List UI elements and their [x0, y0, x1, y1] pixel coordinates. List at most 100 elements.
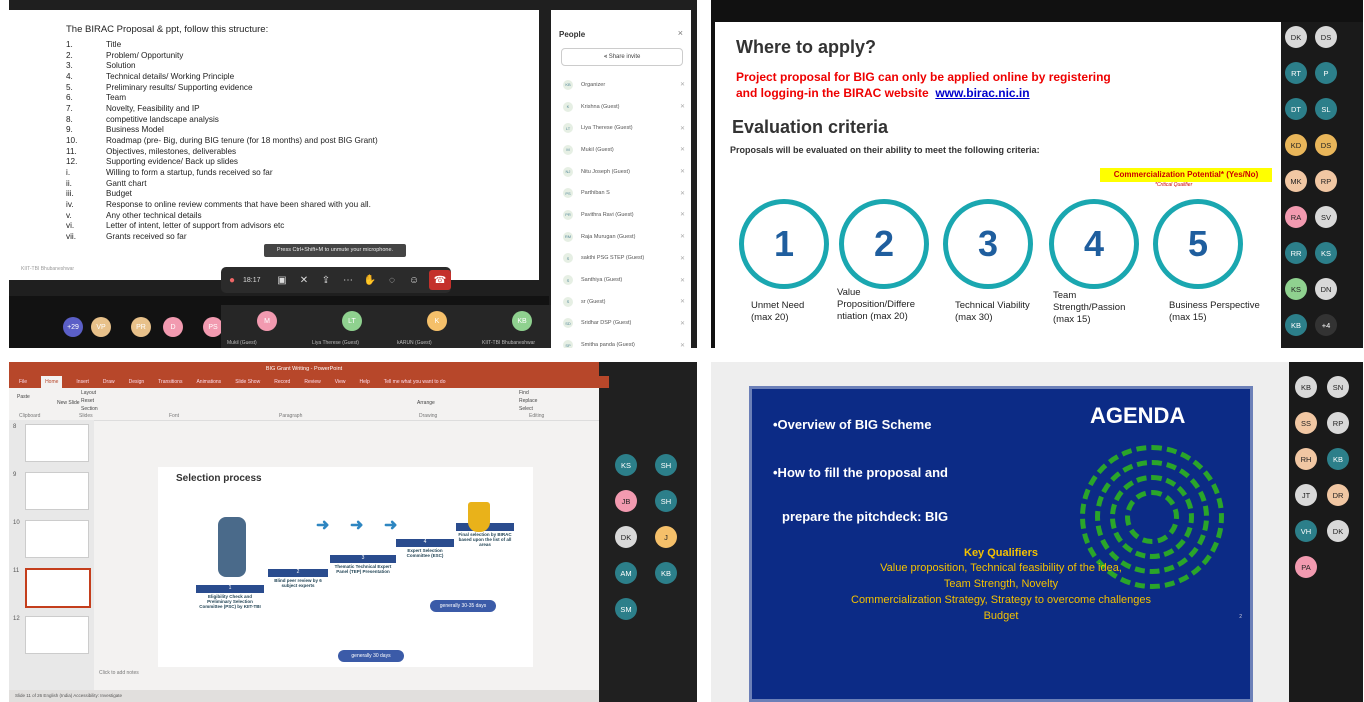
participant-avatar[interactable]: RT: [1285, 62, 1307, 84]
participant-avatar[interactable]: PS: [203, 317, 223, 337]
ribbon-tab-review[interactable]: Review: [304, 376, 320, 388]
participant-row[interactable]: SP Smitha panda (Guest) ✕: [563, 334, 685, 348]
participant-avatar[interactable]: +29: [63, 317, 83, 337]
notes-pane[interactable]: Click to add notes: [99, 670, 139, 676]
paste-button[interactable]: Paste: [17, 394, 30, 400]
participant-avatar[interactable]: DR: [1327, 484, 1349, 506]
layout-button[interactable]: Layout: [81, 390, 96, 396]
replace-button[interactable]: Replace: [519, 398, 537, 404]
participant-avatar[interactable]: SH: [655, 490, 677, 512]
reset-button[interactable]: Reset: [81, 398, 94, 404]
participant-row[interactable]: K Krishna (Guest) ✕: [563, 96, 685, 118]
participant-avatar[interactable]: SM: [615, 598, 637, 620]
ribbon-tab-tell-me-what-you-want-to-do[interactable]: Tell me what you want to do: [384, 376, 446, 388]
ribbon-tab-draw[interactable]: Draw: [103, 376, 115, 388]
ribbon-tab-design[interactable]: Design: [129, 376, 145, 388]
participant-row[interactable]: RM Raja Murugan (Guest) ✕: [563, 226, 685, 248]
slide-thumbnail[interactable]: [25, 568, 91, 608]
participants-icon[interactable]: ☺: [403, 269, 425, 291]
participant-avatar[interactable]: DK: [615, 526, 637, 548]
participant-avatar[interactable]: KB: [1295, 376, 1317, 398]
ribbon-tab-insert[interactable]: Insert: [76, 376, 89, 388]
participant-avatar[interactable]: VP: [91, 317, 111, 337]
participant-avatar[interactable]: KS: [615, 454, 637, 476]
slide-thumbnail-pane[interactable]: 8 9 10 11 12: [9, 420, 94, 702]
participant-avatar[interactable]: RR: [1285, 242, 1307, 264]
ribbon-tab-help[interactable]: Help: [359, 376, 369, 388]
participant-avatar[interactable]: SV: [1315, 206, 1337, 228]
slide-thumbnail[interactable]: [25, 424, 89, 462]
participant-row[interactable]: Ssr (Guest) ✕: [563, 291, 685, 313]
participant-avatar[interactable]: J: [655, 526, 677, 548]
participant-avatar[interactable]: KD: [1285, 134, 1307, 156]
new-slide-button[interactable]: New Slide: [57, 400, 80, 406]
participant-row[interactable]: M Mukil (Guest) ✕: [563, 139, 685, 161]
video-tile[interactable]: LT Liya Therese (Guest): [306, 305, 398, 348]
participant-row[interactable]: KB Organizer ✕: [563, 74, 685, 96]
ribbon-tab-file[interactable]: File: [19, 376, 27, 388]
hang-up-button[interactable]: ☎: [429, 270, 451, 290]
participant-row[interactable]: SD Sridhar DSP (Guest) ✕: [563, 313, 685, 335]
participant-avatar[interactable]: P: [1315, 62, 1337, 84]
participant-avatar[interactable]: RH: [1295, 448, 1317, 470]
close-icon[interactable]: ×: [678, 28, 683, 38]
section-button[interactable]: Section: [81, 406, 98, 412]
slide-thumbnail[interactable]: [25, 520, 89, 558]
participant-avatar[interactable]: D: [163, 317, 183, 337]
select-button[interactable]: Select: [519, 406, 533, 412]
participant-avatar[interactable]: MK: [1285, 170, 1307, 192]
slide-thumbnail[interactable]: [25, 616, 89, 654]
mic-muted-icon: ✕: [679, 169, 685, 176]
participant-row[interactable]: S Santhiya (Guest) ✕: [563, 269, 685, 291]
participant-avatar[interactable]: +4: [1315, 314, 1337, 336]
participant-avatar[interactable]: JT: [1295, 484, 1317, 506]
participant-avatar[interactable]: PA: [1295, 556, 1317, 578]
participant-avatar[interactable]: SS: [1295, 412, 1317, 434]
participant-avatar[interactable]: SL: [1315, 98, 1337, 120]
find-button[interactable]: Find: [519, 390, 529, 396]
participant-row[interactable]: PR Pavithra Ravi (Guest) ✕: [563, 204, 685, 226]
participant-avatar[interactable]: RP: [1315, 170, 1337, 192]
participant-row[interactable]: LT Liya Therese (Guest) ✕: [563, 117, 685, 139]
ribbon-tab-record[interactable]: Record: [274, 376, 290, 388]
ribbon-tab-view[interactable]: View: [335, 376, 346, 388]
ribbon-tab-animations[interactable]: Animations: [196, 376, 221, 388]
participant-avatar[interactable]: DS: [1315, 134, 1337, 156]
participant-row[interactable]: PS Parthiban S ✕: [563, 182, 685, 204]
participant-row[interactable]: Ssakthi PSG STEP (Guest) ✕: [563, 248, 685, 270]
participant-avatar[interactable]: RA: [1285, 206, 1307, 228]
participant-avatar[interactable]: DK: [1327, 520, 1349, 542]
participant-avatar[interactable]: RP: [1327, 412, 1349, 434]
participant-avatar[interactable]: KB: [1285, 314, 1307, 336]
participant-avatar[interactable]: KS: [1315, 242, 1337, 264]
mic-muted-icon[interactable]: ✕: [293, 269, 315, 291]
more-options-icon[interactable]: ⋯: [337, 269, 359, 291]
chat-icon[interactable]: ◌: [381, 269, 403, 291]
participant-avatar[interactable]: JB: [615, 490, 637, 512]
participant-row[interactable]: NJ Nitu Joseph (Guest) ✕: [563, 161, 685, 183]
share-invite-button[interactable]: ⪡ Share invite: [561, 48, 683, 66]
participant-avatar[interactable]: KS: [1285, 278, 1307, 300]
participant-avatar[interactable]: KB: [655, 562, 677, 584]
arrange-button[interactable]: Arrange: [417, 400, 435, 406]
participant-avatar[interactable]: DN: [1315, 278, 1337, 300]
birac-link[interactable]: www.birac.nic.in: [935, 86, 1029, 100]
ribbon-tab-transitions[interactable]: Transitions: [158, 376, 182, 388]
participant-avatar[interactable]: DS: [1315, 26, 1337, 48]
camera-icon[interactable]: ▣: [271, 269, 293, 291]
video-tile[interactable]: M Mukil (Guest): [221, 305, 313, 348]
participant-avatar[interactable]: VH: [1295, 520, 1317, 542]
participant-avatar[interactable]: PR: [131, 317, 151, 337]
raise-hand-icon[interactable]: ✋: [359, 269, 381, 291]
participant-avatar[interactable]: AM: [615, 562, 637, 584]
participant-avatar[interactable]: KB: [1327, 448, 1349, 470]
slide-thumbnail[interactable]: [25, 472, 89, 510]
share-screen-icon[interactable]: ⇪: [315, 269, 337, 291]
participant-avatar[interactable]: SH: [655, 454, 677, 476]
video-tile[interactable]: KkARUN (Guest): [391, 305, 483, 348]
ribbon-tab-home[interactable]: Home: [41, 376, 63, 388]
participant-avatar[interactable]: DT: [1285, 98, 1307, 120]
participant-avatar[interactable]: DK: [1285, 26, 1307, 48]
ribbon-tab-slide-show[interactable]: Slide Show: [235, 376, 260, 388]
participant-avatar[interactable]: SN: [1327, 376, 1349, 398]
